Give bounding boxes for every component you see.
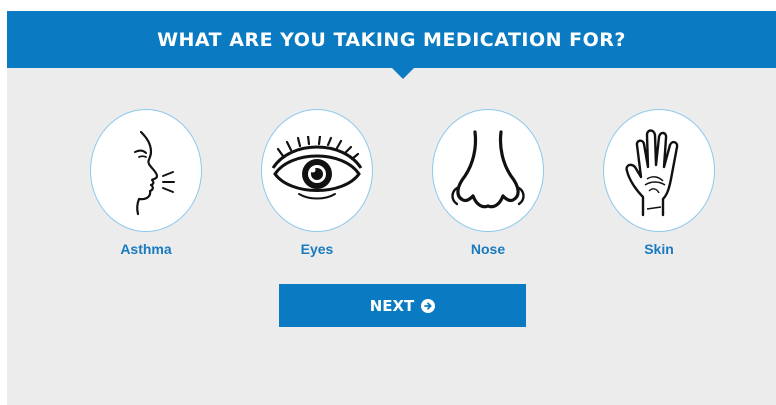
option-asthma[interactable]: Asthma xyxy=(90,109,202,259)
page-header: WHAT ARE YOU TAKING MEDICATION FOR? xyxy=(7,11,776,68)
medication-panel: WHAT ARE YOU TAKING MEDICATION FOR? Asth… xyxy=(7,11,776,405)
page-title: WHAT ARE YOU TAKING MEDICATION FOR? xyxy=(157,28,626,51)
option-circle[interactable] xyxy=(432,109,544,232)
option-label: Nose xyxy=(470,241,506,257)
option-nose[interactable]: Nose xyxy=(432,109,544,259)
asthma-face-icon xyxy=(134,130,175,215)
option-label: Skin xyxy=(644,241,674,257)
nose-icon xyxy=(451,129,525,208)
header-pointer xyxy=(392,68,414,79)
eye-icon xyxy=(271,135,363,199)
arrow-right-circle-icon xyxy=(421,298,436,313)
option-label: Asthma xyxy=(120,241,172,257)
hand-icon xyxy=(625,128,679,216)
option-label: Eyes xyxy=(300,241,334,257)
option-circle[interactable] xyxy=(261,109,373,232)
option-circle[interactable] xyxy=(90,109,202,232)
option-skin[interactable]: Skin xyxy=(603,109,715,259)
next-button-label: NEXT xyxy=(369,296,415,315)
next-button[interactable]: NEXT xyxy=(279,284,526,327)
option-eyes[interactable]: Eyes xyxy=(261,109,373,259)
option-circle[interactable] xyxy=(603,109,715,232)
